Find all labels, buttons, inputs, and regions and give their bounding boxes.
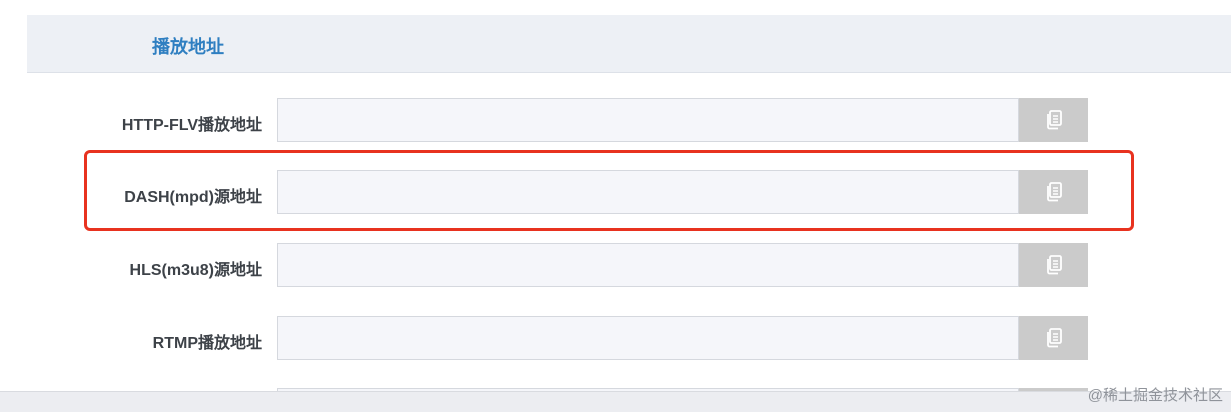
http-flv-address-field[interactable] bbox=[277, 98, 1019, 142]
section-title: 播放地址 bbox=[152, 37, 224, 57]
highlight-annotation bbox=[84, 150, 1134, 231]
copy-icon bbox=[1045, 255, 1063, 275]
address-row-hls: HLS(m3u8)源地址 bbox=[0, 243, 1231, 289]
row-label: HTTP-FLV播放地址 bbox=[121, 117, 262, 134]
copy-button[interactable] bbox=[1019, 388, 1088, 391]
watermark: @稀土掘金技术社区 bbox=[1087, 387, 1223, 404]
address-row-rtmp: RTMP播放地址 bbox=[0, 316, 1231, 362]
section-header: 播放地址 bbox=[27, 15, 1231, 73]
hls-address-field[interactable] bbox=[277, 243, 1019, 287]
copy-button[interactable] bbox=[1019, 98, 1088, 142]
row-label: RTMP播放地址 bbox=[152, 335, 262, 352]
row-label: HLS(m3u8)源地址 bbox=[129, 262, 262, 279]
partial-address-field[interactable] bbox=[277, 388, 1019, 391]
copy-button[interactable] bbox=[1019, 243, 1088, 287]
copy-icon bbox=[1045, 110, 1063, 130]
rtmp-address-field[interactable] bbox=[277, 316, 1019, 360]
address-row-partial bbox=[0, 388, 1231, 391]
address-row-http-flv: HTTP-FLV播放地址 bbox=[0, 98, 1231, 144]
copy-icon bbox=[1045, 328, 1063, 348]
copy-button[interactable] bbox=[1019, 316, 1088, 360]
